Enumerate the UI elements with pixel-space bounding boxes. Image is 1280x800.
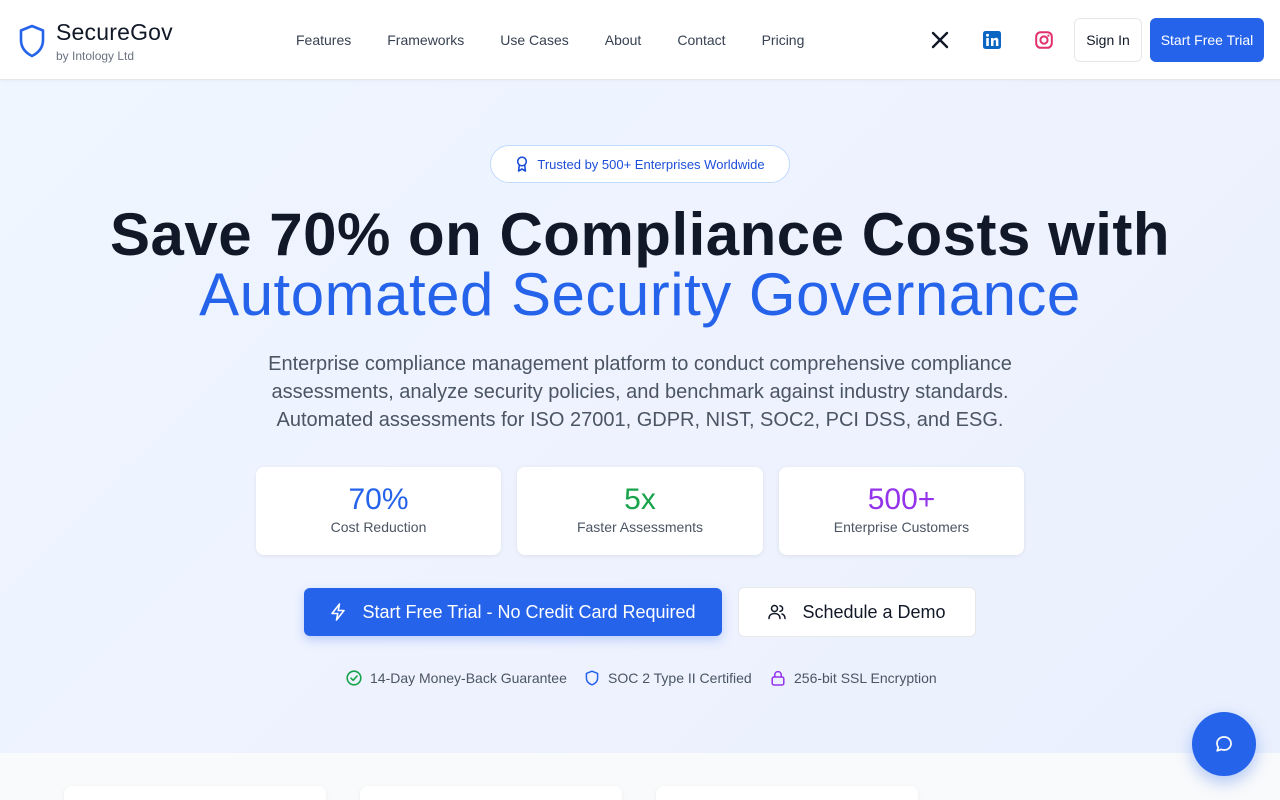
instagram-icon[interactable] bbox=[1032, 28, 1056, 52]
lock-icon bbox=[771, 670, 785, 686]
hero-title-highlight: Automated Security Governance bbox=[199, 261, 1081, 328]
stat-label: Cost Reduction bbox=[330, 519, 427, 535]
logo[interactable]: SecureGov by Intology Ltd bbox=[18, 20, 173, 63]
trust-item: 256-bit SSL Encryption bbox=[770, 670, 937, 686]
stat-value: 70% bbox=[348, 483, 409, 516]
stat-label: Faster Assessments bbox=[576, 519, 704, 535]
feature-card bbox=[64, 786, 326, 800]
nav-use-cases[interactable]: Use Cases bbox=[500, 31, 568, 49]
stat-card: 500+ Enterprise Customers bbox=[779, 467, 1024, 555]
stat-card: 70% Cost Reduction bbox=[256, 467, 501, 555]
shield-icon bbox=[585, 670, 599, 686]
shield-logo-icon bbox=[19, 24, 45, 58]
hero-section: Trusted by 500+ Enterprises Worldwide Sa… bbox=[0, 80, 1280, 753]
brand-name: SecureGov bbox=[56, 19, 173, 45]
award-icon bbox=[517, 156, 528, 172]
nav-contact[interactable]: Contact bbox=[677, 31, 725, 49]
feature-card bbox=[360, 786, 622, 800]
stat-value: 5x bbox=[624, 483, 656, 516]
start-trial-cta-button[interactable]: Start Free Trial - No Credit Card Requir… bbox=[304, 588, 722, 636]
nav-features[interactable]: Features bbox=[296, 31, 351, 49]
trust-item: SOC 2 Type II Certified bbox=[584, 670, 752, 686]
trust-label: 256-bit SSL Encryption bbox=[794, 670, 937, 686]
nav-frameworks[interactable]: Frameworks bbox=[387, 31, 464, 49]
trust-label: SOC 2 Type II Certified bbox=[608, 670, 752, 686]
users-icon bbox=[768, 604, 787, 620]
nav-about[interactable]: About bbox=[605, 31, 642, 49]
schedule-demo-button[interactable]: Schedule a Demo bbox=[738, 587, 976, 637]
brand-subtitle: by Intology Ltd bbox=[56, 49, 135, 63]
trust-label: 14-Day Money-Back Guarantee bbox=[370, 670, 567, 686]
trust-badge: Trusted by 500+ Enterprises Worldwide bbox=[490, 145, 790, 183]
check-circle-icon bbox=[346, 670, 362, 686]
hero-description: Enterprise compliance management platfor… bbox=[268, 353, 1012, 431]
trust-item: 14-Day Money-Back Guarantee bbox=[346, 670, 567, 686]
cta-primary-label: Start Free Trial - No Credit Card Requir… bbox=[362, 601, 696, 622]
chat-button[interactable] bbox=[1192, 712, 1256, 776]
start-trial-button[interactable]: Start Free Trial bbox=[1150, 18, 1264, 62]
features-section bbox=[0, 753, 1280, 800]
lightning-icon bbox=[331, 603, 346, 621]
chat-icon bbox=[1216, 736, 1232, 752]
cta-secondary-label: Schedule a Demo bbox=[802, 601, 946, 622]
site-header: SecureGov by Intology Ltd Features Frame… bbox=[0, 0, 1280, 80]
sign-in-button[interactable]: Sign In bbox=[1074, 18, 1142, 62]
stat-value: 500+ bbox=[867, 483, 936, 516]
hero-title: Save 70% on Compliance Costs with bbox=[109, 201, 1171, 268]
stat-card: 5x Faster Assessments bbox=[517, 467, 763, 555]
feature-card bbox=[656, 786, 918, 800]
main-nav: Features Frameworks Use Cases About Cont… bbox=[296, 31, 840, 49]
linkedin-icon[interactable] bbox=[980, 28, 1004, 52]
stat-label: Enterprise Customers bbox=[833, 519, 970, 535]
nav-pricing[interactable]: Pricing bbox=[762, 31, 805, 49]
badge-text: Trusted by 500+ Enterprises Worldwide bbox=[537, 156, 765, 172]
x-icon[interactable] bbox=[928, 28, 952, 52]
